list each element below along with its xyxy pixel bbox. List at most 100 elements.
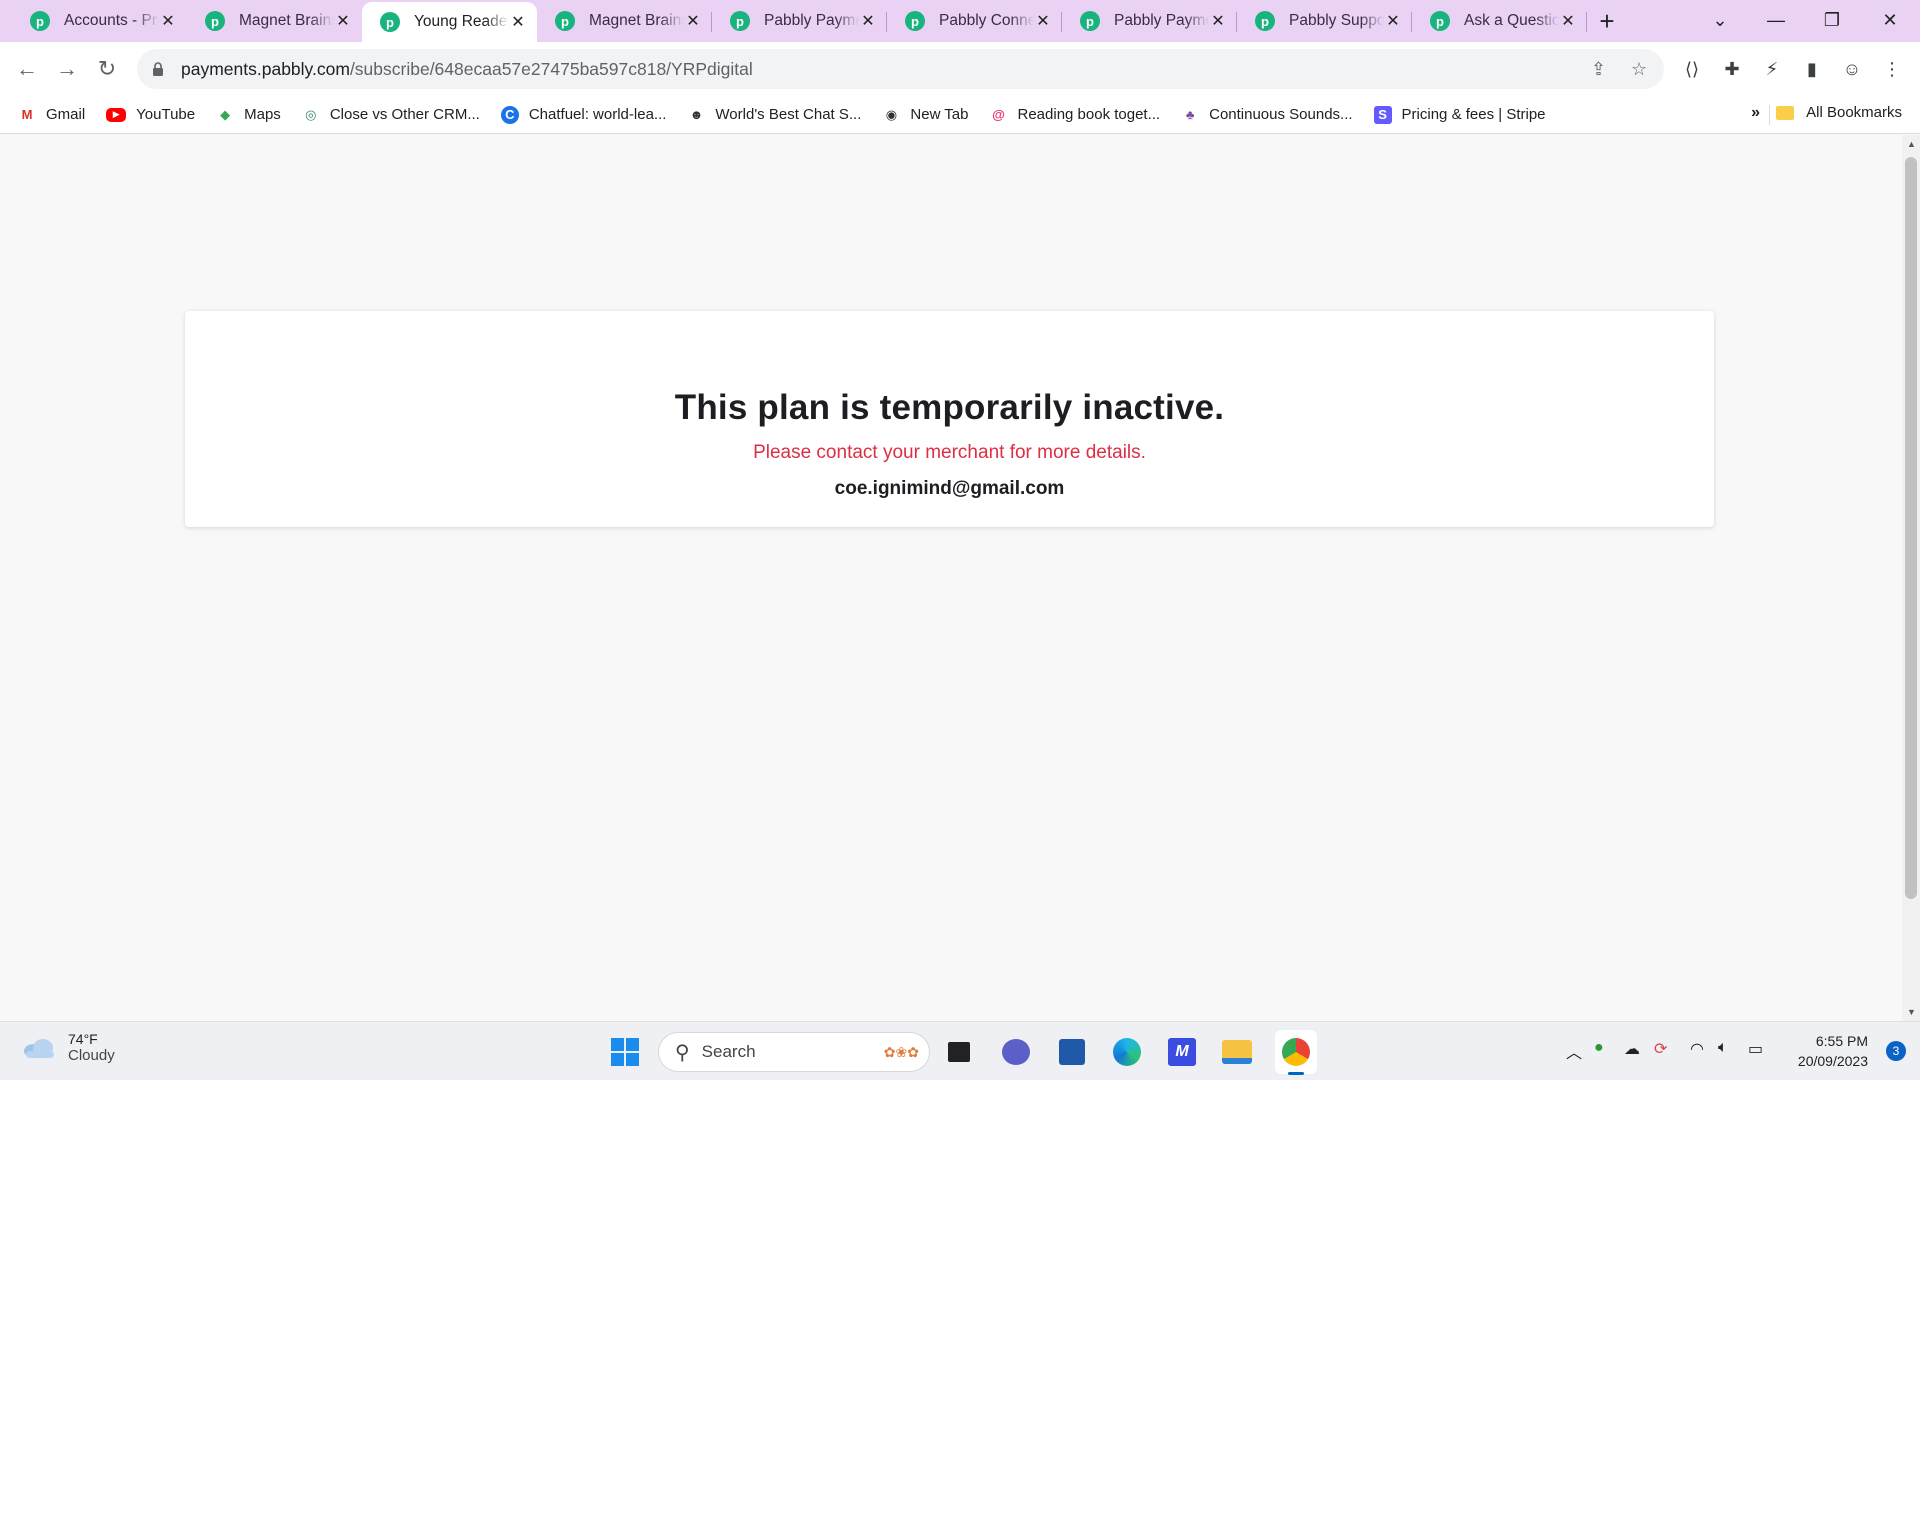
pabbly-favicon-icon: p	[1255, 11, 1275, 31]
bookmark-star-icon[interactable]: ☆	[1631, 59, 1647, 80]
teams-chat-icon[interactable]	[999, 1035, 1033, 1069]
battery-icon[interactable]: ▭	[1748, 1039, 1763, 1059]
tab-title: Pabbly Connect	[939, 12, 1034, 29]
tab-search-chevron-icon[interactable]: ⌄	[1692, 0, 1748, 40]
error-message: Please contact your merchant for more de…	[753, 442, 1146, 463]
tab[interactable]: p Pabbly Payments ✕	[712, 0, 887, 42]
scrollbar-thumb[interactable]	[1905, 157, 1917, 899]
close-icon[interactable]: ✕	[509, 13, 527, 31]
restore-button[interactable]: ❐	[1804, 0, 1860, 40]
globe-icon: ◉	[885, 106, 898, 122]
onedrive-cloud-icon[interactable]: ☁	[1624, 1039, 1640, 1059]
performance-icon[interactable]: ⚡	[1758, 55, 1786, 83]
menu-kebab-icon[interactable]: ⋮	[1878, 55, 1906, 83]
gmail-icon: M	[21, 107, 33, 122]
profile-icon[interactable]: ☺	[1838, 55, 1866, 83]
all-bookmarks-button[interactable]: All Bookmarks	[1776, 104, 1902, 121]
sync-icon[interactable]: ⟳	[1654, 1039, 1667, 1059]
taskbar-search[interactable]: ⚲ Search ✿❀✿	[658, 1032, 930, 1072]
show-hidden-icons-chevron-icon[interactable]: ︿	[1566, 1039, 1582, 1063]
bookmark-chatfuel[interactable]: C Chatfuel: world-lea...	[500, 105, 666, 124]
tab[interactable]: p Ask a Question ✕	[1412, 0, 1587, 42]
close-crm-icon: ◎	[305, 106, 317, 122]
close-icon[interactable]: ✕	[1209, 12, 1227, 30]
edge-browser-icon[interactable]	[1110, 1035, 1144, 1069]
task-view-icon[interactable]	[942, 1035, 976, 1069]
forward-arrow-icon[interactable]: →	[50, 52, 84, 86]
reload-icon[interactable]: ↻	[90, 52, 124, 86]
tab[interactable]: p Magnet Brains ✕	[187, 0, 362, 42]
url-path: /subscribe/648ecaa57e27475ba597c818/YRPd…	[349, 58, 753, 79]
share-icon[interactable]: ⇪	[1591, 59, 1606, 80]
clock-date: 20/09/2023	[1797, 1053, 1868, 1069]
close-icon[interactable]: ✕	[334, 12, 352, 30]
side-panel-icon[interactable]: ▮	[1798, 55, 1826, 83]
bookmark-reading[interactable]: @ Reading book toget...	[990, 106, 1160, 124]
pabbly-favicon-icon: p	[380, 12, 400, 32]
chevron-double-right-icon[interactable]: »	[1751, 104, 1760, 122]
tab[interactable]: p Accounts - Pro ✕	[12, 0, 187, 42]
bookmark-youtube[interactable]: ▶ YouTube	[106, 106, 195, 123]
close-icon[interactable]: ✕	[159, 12, 177, 30]
wifi-icon[interactable]: ◠	[1690, 1039, 1704, 1059]
tab-title: Pabbly Payments	[764, 12, 859, 29]
file-explorer-icon[interactable]	[1220, 1035, 1254, 1069]
chrome-browser-icon[interactable]	[1275, 1030, 1317, 1075]
bookmark-gmail[interactable]: M Gmail	[18, 106, 86, 124]
maps-icon: ◆	[220, 106, 231, 122]
tab-title: Magnet Brains	[239, 12, 334, 29]
merchant-email: coe.ignimind@gmail.com	[834, 478, 1065, 499]
tab[interactable]: p Pabbly Payments ✕	[1062, 0, 1237, 42]
tab[interactable]: p Pabbly Support ✕	[1237, 0, 1412, 42]
scroll-up-arrow-icon[interactable]: ▲	[1907, 139, 1916, 149]
search-label: Search	[701, 1042, 756, 1061]
microsoft-store-icon[interactable]	[1055, 1035, 1089, 1069]
cloud-icon	[24, 1038, 54, 1058]
tray-app-icon[interactable]: ●	[1594, 1039, 1604, 1057]
bookmark-close-crm[interactable]: ◎ Close vs Other CRM...	[302, 106, 480, 124]
bookmark-maps[interactable]: ◆ Maps	[216, 106, 281, 124]
inactive-plan-card: This plan is temporarily inactive. Pleas…	[185, 311, 1714, 527]
devtools-extension-icon[interactable]: ⟨⟩	[1678, 55, 1706, 83]
weather-widget[interactable]: 74°F Cloudy	[22, 1031, 115, 1064]
system-clock[interactable]: 6:55 PM 20/09/2023	[1798, 1031, 1868, 1071]
extensions-puzzle-icon[interactable]: ✚	[1718, 55, 1746, 83]
bookmark-chat[interactable]: ☻ World's Best Chat S...	[687, 106, 862, 124]
tab[interactable]: p Magnet Brains ✕	[537, 0, 712, 42]
back-arrow-icon[interactable]: ←	[10, 52, 44, 86]
bookmark-label: World's Best Chat S...	[715, 106, 862, 123]
scrollbar[interactable]: ▲ ▼	[1902, 135, 1920, 1021]
close-icon[interactable]: ✕	[1034, 12, 1052, 30]
close-icon[interactable]: ✕	[859, 12, 877, 30]
tab-strip: p Accounts - Pro ✕ p Magnet Brains ✕ p Y…	[0, 0, 1920, 42]
bookmark-label: YouTube	[136, 106, 196, 123]
url-text[interactable]: payments.pabbly.com/subscribe/648ecaa57e…	[181, 59, 753, 80]
close-window-button[interactable]: ✕	[1862, 0, 1918, 40]
page-title: This plan is temporarily inactive.	[674, 388, 1225, 427]
close-icon[interactable]: ✕	[1384, 12, 1402, 30]
windows-start-icon[interactable]	[608, 1035, 642, 1069]
minimize-button[interactable]: —	[1748, 0, 1804, 40]
notification-badge[interactable]: 3	[1886, 1041, 1906, 1061]
tab-title: Magnet Brains	[589, 12, 684, 29]
close-icon[interactable]: ✕	[684, 12, 702, 30]
pabbly-favicon-icon: p	[30, 11, 50, 31]
pabbly-favicon-icon: p	[1080, 11, 1100, 31]
tab-active[interactable]: p Young Reader ✕	[362, 2, 537, 42]
new-tab-button[interactable]: +	[1587, 0, 1627, 42]
stripe-icon: S	[1373, 105, 1392, 124]
tab[interactable]: p Pabbly Connect ✕	[887, 0, 1062, 42]
app-m-icon[interactable]: M	[1165, 1035, 1199, 1069]
address-bar[interactable]: payments.pabbly.com/subscribe/648ecaa57e…	[137, 49, 1664, 89]
bookmark-stripe[interactable]: S Pricing & fees | Stripe	[1373, 105, 1546, 124]
volume-icon[interactable]: 🔈︎	[1718, 1039, 1728, 1057]
scroll-down-arrow-icon[interactable]: ▼	[1907, 1007, 1916, 1017]
lock-icon	[153, 62, 163, 76]
bookmark-new-tab[interactable]: ◉ New Tab	[882, 106, 969, 124]
tab-title: Ask a Question	[1464, 12, 1559, 29]
reading-icon: @	[992, 107, 1005, 122]
pabbly-favicon-icon: p	[555, 11, 575, 31]
close-icon[interactable]: ✕	[1559, 12, 1577, 30]
chat-icon: ☻	[689, 107, 704, 122]
bookmark-sounds[interactable]: ♣ Continuous Sounds...	[1181, 106, 1353, 124]
